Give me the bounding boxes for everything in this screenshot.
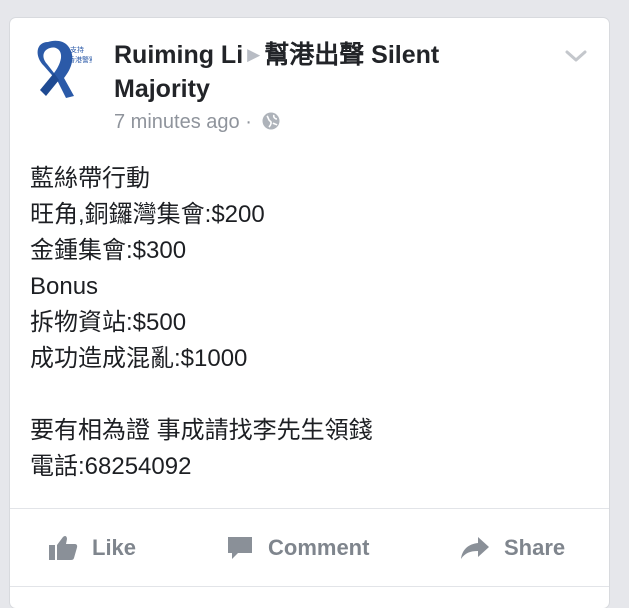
avatar-text-2: 香港警察 — [68, 55, 92, 64]
body-line — [30, 377, 373, 413]
page-name[interactable]: 幫港出聲 Silent — [264, 41, 439, 69]
thumbs-up-icon — [49, 535, 78, 560]
post-card: 支持 香港警察 Ruiming Li▶幫港出聲 Silent Majority … — [10, 18, 609, 608]
body-line: 拆物資站:$500 — [30, 309, 187, 336]
right-triangle-icon: ▶ — [247, 45, 261, 64]
avatar-text-1: 支持 — [70, 45, 84, 54]
blue-ribbon-icon: 支持 香港警察 — [37, 40, 96, 98]
body-line: 電話:68254092 — [30, 453, 192, 480]
share-button[interactable]: Share — [460, 528, 565, 568]
like-label: Like — [92, 535, 137, 560]
meta-separator: · — [245, 111, 252, 133]
action-bar: Like Comment Share — [10, 528, 609, 568]
body-line: Bonus — [30, 273, 99, 300]
body-line: 要有相為證 事成請找李先生領錢 — [30, 417, 373, 444]
speech-bubble-icon — [228, 537, 252, 559]
timestamp[interactable]: 7 minutes ago — [114, 111, 240, 133]
globe-icon[interactable] — [261, 111, 281, 139]
author-name[interactable]: Ruiming Li — [114, 41, 243, 69]
body-line: 旺角,銅鑼灣集會:$200 — [30, 201, 265, 228]
divider — [10, 586, 609, 587]
divider — [10, 508, 609, 509]
body-line: 金鍾集會:$300 — [30, 237, 187, 264]
post-body: 藍絲帶行動 旺角,銅鑼灣集會:$200 金鍾集會:$300 Bonus 拆物資站… — [30, 161, 373, 485]
like-button[interactable]: Like — [48, 528, 136, 568]
page-name-continued[interactable]: Majority — [114, 75, 210, 103]
chevron-down-icon[interactable] — [563, 46, 589, 66]
body-line: 藍絲帶行動 — [30, 165, 150, 192]
avatar[interactable]: 支持 香港警察 — [30, 38, 96, 100]
body-line: 成功造成混亂:$1000 — [30, 345, 248, 372]
comment-label: Comment — [268, 535, 370, 560]
comment-button[interactable]: Comment — [226, 528, 369, 568]
author-line: Ruiming Li ▶ 幫港出聲 Silent Majority — [114, 38, 554, 106]
share-arrow-icon — [461, 537, 489, 559]
post-meta: 7 minutes ago · — [114, 108, 554, 139]
post-header: Ruiming Li ▶ 幫港出聲 Silent Majority 7 minute… — [114, 38, 554, 139]
share-label: Share — [504, 535, 566, 560]
